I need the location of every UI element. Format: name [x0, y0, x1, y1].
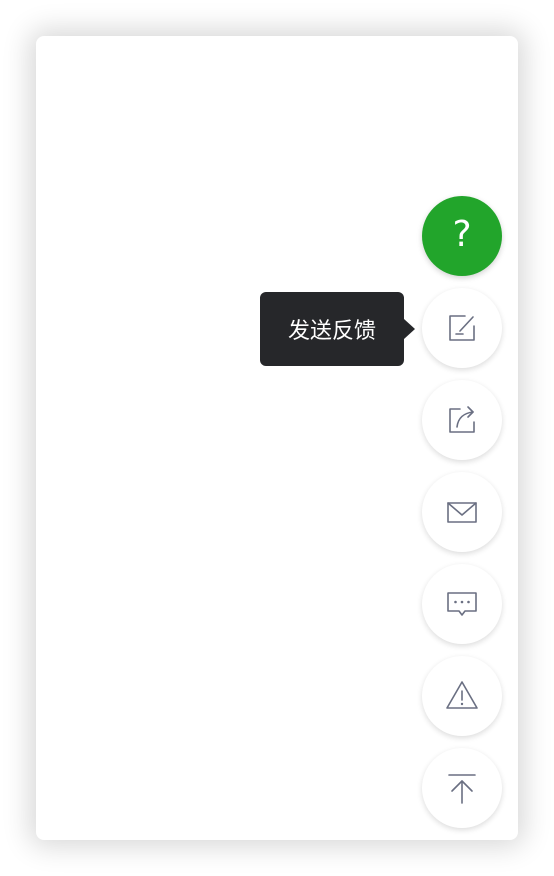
feedback-tooltip: 发送反馈 [260, 292, 404, 366]
back-to-top-icon [445, 771, 479, 805]
back-to-top-button[interactable] [422, 748, 502, 828]
help-button[interactable]: ? [422, 196, 502, 276]
warning-icon [445, 679, 479, 713]
share-icon [445, 403, 479, 437]
message-button[interactable] [422, 564, 502, 644]
message-icon [445, 587, 479, 621]
share-button[interactable] [422, 380, 502, 460]
report-button[interactable] [422, 656, 502, 736]
feedback-edit-icon [445, 311, 479, 345]
question-mark-icon: ? [452, 214, 472, 255]
mail-button[interactable] [422, 472, 502, 552]
mail-icon [445, 495, 479, 529]
feedback-button[interactable] [422, 288, 502, 368]
tooltip-arrow [404, 319, 415, 339]
